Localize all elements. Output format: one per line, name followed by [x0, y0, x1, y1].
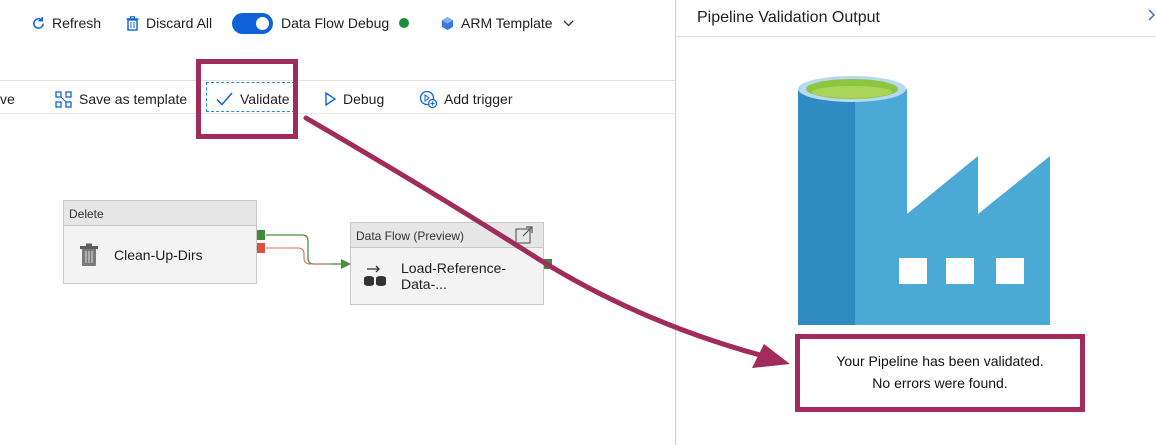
adf-authoring-canvas: Refresh Discard All Data Flow Debug ARM … [0, 0, 1156, 445]
annotation-arrow [303, 115, 790, 368]
